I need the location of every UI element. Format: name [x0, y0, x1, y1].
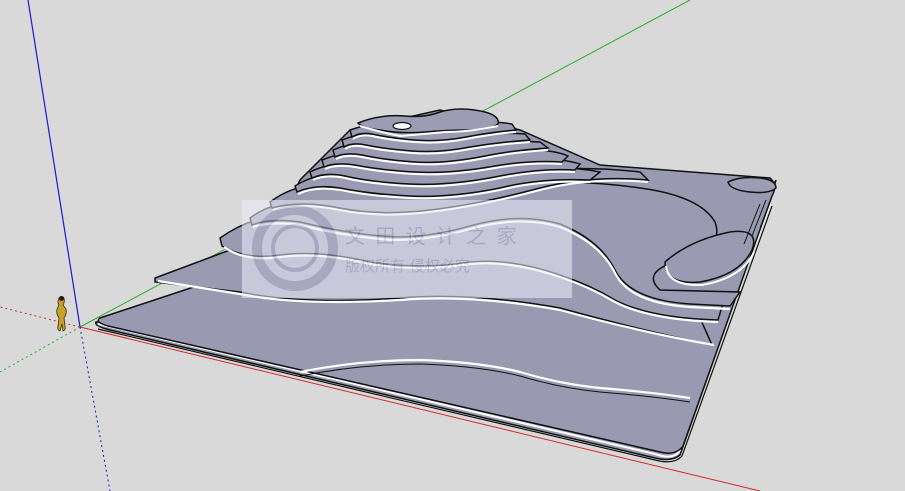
- summit-notch: [392, 121, 412, 131]
- watermark-text-line2: 版权所有 侵权必究: [345, 257, 470, 275]
- watermark-text-line1: 文 田 设 计 之 家: [345, 224, 519, 248]
- blue-axis-positive: [27, 0, 81, 328]
- green-axis-negative: [0, 326, 81, 373]
- person-body: [56, 296, 67, 332]
- sketchup-3d-viewport[interactable]: 文 田 设 计 之 家 版权所有 侵权必究: [0, 0, 905, 491]
- red-axis-negative: [0, 306, 81, 328]
- watermark: 文 田 设 计 之 家 版权所有 侵权必究: [242, 200, 572, 298]
- blue-axis-negative: [79, 326, 111, 491]
- scale-figure-person[interactable]: [56, 296, 67, 332]
- person-head: [59, 296, 64, 301]
